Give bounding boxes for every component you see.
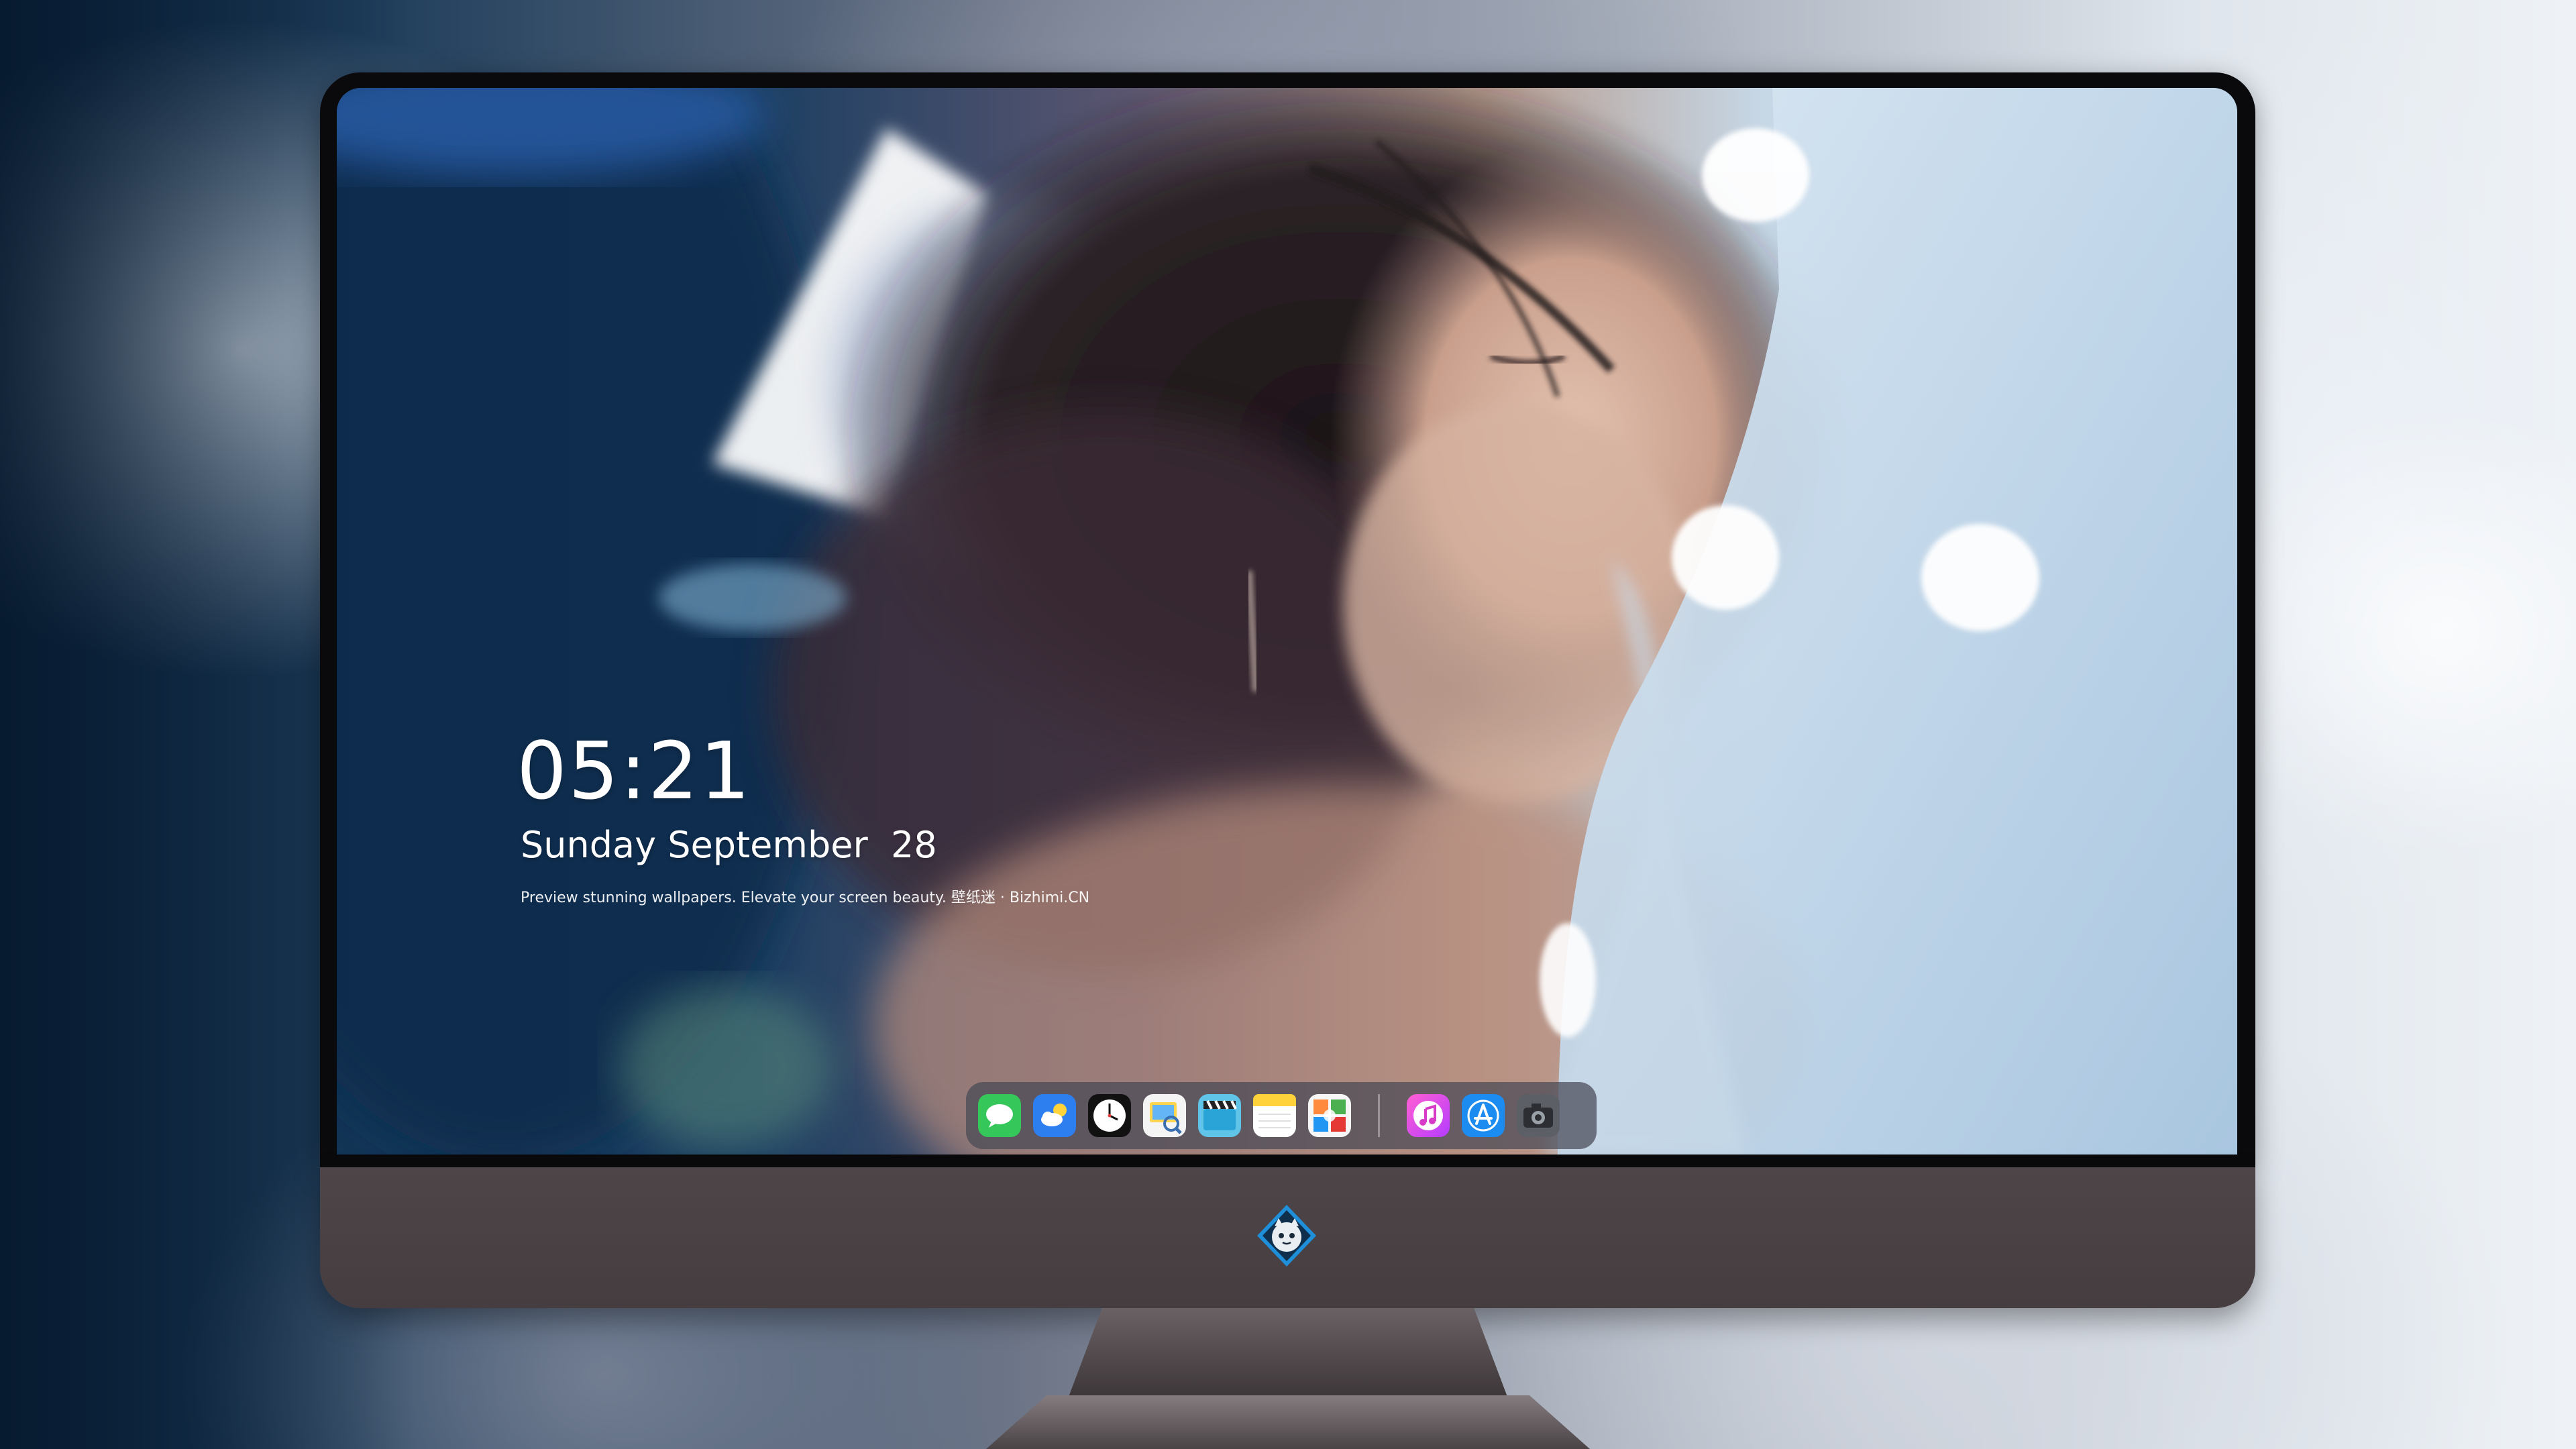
app-dock — [966, 1082, 1597, 1149]
lock-screen-time: 05:21 — [517, 724, 752, 817]
wallpaper-image — [337, 88, 2237, 1155]
preview-icon[interactable] — [1143, 1094, 1186, 1137]
weather-icon[interactable] — [1033, 1094, 1076, 1137]
camera-icon[interactable] — [1517, 1094, 1560, 1137]
app-store-icon[interactable] — [1462, 1094, 1505, 1137]
mascot-logo-icon — [1257, 1205, 1316, 1267]
dock-separator — [1378, 1094, 1380, 1137]
notes-icon[interactable] — [1253, 1094, 1296, 1137]
lock-screen-date: Sunday September 28 — [521, 824, 937, 866]
lock-screen-tagline: Preview stunning wallpapers. Elevate you… — [521, 890, 1090, 906]
clock-icon[interactable] — [1088, 1094, 1131, 1137]
music-icon[interactable] — [1407, 1094, 1450, 1137]
monitor-stand-base — [986, 1395, 1590, 1449]
messages-icon[interactable] — [978, 1094, 1021, 1137]
photo-gallery-icon[interactable] — [1308, 1094, 1351, 1137]
monitor-screen — [337, 88, 2237, 1155]
monitor-stand-neck — [1067, 1308, 1509, 1402]
video-clapper-icon[interactable] — [1198, 1094, 1241, 1137]
